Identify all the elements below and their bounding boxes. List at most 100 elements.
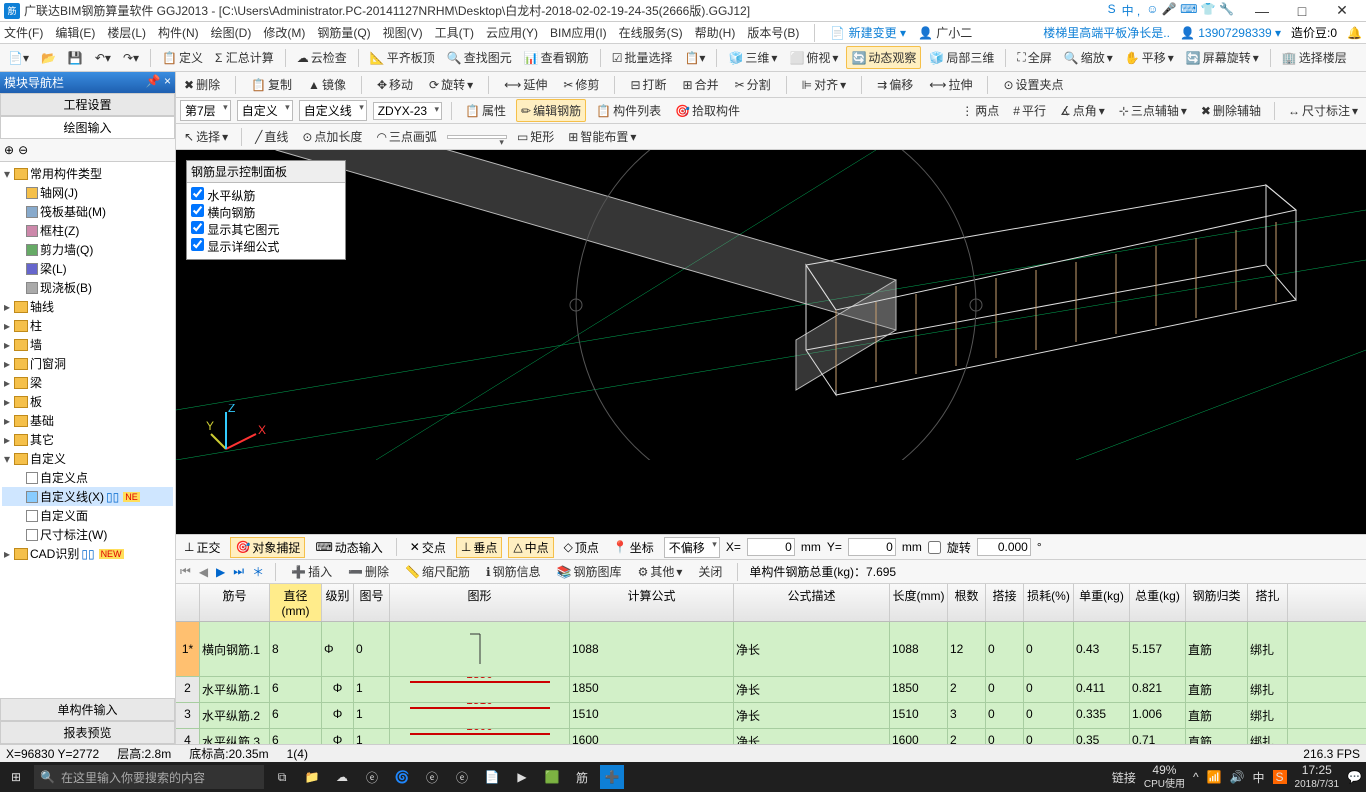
menu-tool[interactable]: 工具(T) xyxy=(435,24,474,41)
tray-up-icon[interactable]: ^ xyxy=(1193,770,1199,784)
sum-button[interactable]: Σ 汇总计算 xyxy=(211,47,278,68)
start-button[interactable]: ⊞ xyxy=(4,765,28,789)
taskbar-app-6[interactable]: ⓔ xyxy=(450,765,474,789)
taskbar-app-8[interactable]: ▶ xyxy=(510,765,534,789)
chk-other[interactable] xyxy=(191,221,204,234)
dyn-input-toggle[interactable]: ⌨ 动态输入 xyxy=(311,538,386,557)
notification-message[interactable]: 楼梯里高端平板净长是.. xyxy=(1043,24,1170,41)
scale-rebar-button[interactable]: 📏 缩尺配筋 xyxy=(401,561,474,582)
line-tool[interactable]: ╱ 直线 xyxy=(251,126,292,147)
stretch-button[interactable]: ⟷ 拉伸 xyxy=(925,74,976,95)
rotate-button[interactable]: ⟳ 旋转 ▾ xyxy=(425,74,477,95)
other-button[interactable]: ⚙ 其他 ▾ xyxy=(634,561,687,582)
taskbar-app-4[interactable]: 🌀 xyxy=(390,765,414,789)
tree-item-custom-line[interactable]: 自定义线(X)▯▯NE xyxy=(2,487,173,506)
top-view-button[interactable]: ⬜ 俯视 ▾ xyxy=(785,47,842,68)
point-length-tool[interactable]: ⊙ 点加长度 xyxy=(298,126,366,147)
snap-end[interactable]: ◇ 顶点 xyxy=(560,538,603,557)
local-3d-button[interactable]: 🧊 局部三维 xyxy=(925,47,998,68)
tray-link[interactable]: 链接 xyxy=(1112,769,1136,786)
tab-single-input[interactable]: 单构件输入 xyxy=(0,698,175,721)
menu-view[interactable]: 视图(V) xyxy=(383,24,423,41)
arc-tool[interactable]: ◠ 三点画弧 xyxy=(372,126,441,147)
flat-top-button[interactable]: 📐 平齐板顶 xyxy=(366,47,439,68)
menu-file[interactable]: 文件(F) xyxy=(4,24,43,41)
taskbar-app-7[interactable]: 📄 xyxy=(480,765,504,789)
tray-sogou-icon[interactable]: S xyxy=(1273,770,1287,784)
taskbar-app-5[interactable]: ⓔ xyxy=(420,765,444,789)
zoom-button[interactable]: 🔍 缩放 ▾ xyxy=(1060,47,1117,68)
close-button[interactable]: ✕ xyxy=(1322,2,1362,19)
expand-all-icon[interactable]: ⊕ xyxy=(4,143,14,157)
redo-icon[interactable]: ↷▾ xyxy=(119,49,143,67)
menu-draw[interactable]: 绘图(D) xyxy=(211,24,252,41)
set-grip-button[interactable]: ⊙ 设置夹点 xyxy=(999,74,1067,95)
minimize-button[interactable]: — xyxy=(1242,3,1282,19)
mirror-button[interactable]: ▲ 镜像 xyxy=(304,74,350,95)
new-change-button[interactable]: 📄 新建变更 ▾ xyxy=(830,24,906,41)
pan-button[interactable]: ✋ 平移 ▾ xyxy=(1121,47,1178,68)
x-input[interactable] xyxy=(747,538,795,556)
nav-new-icon[interactable]: ＊ xyxy=(252,563,264,580)
edit-rebar-button[interactable]: ✏ 编辑钢筋 xyxy=(516,99,586,122)
bell-icon[interactable]: 🔔 xyxy=(1347,26,1362,40)
code-dropdown[interactable]: ZDYX-23 xyxy=(373,102,442,120)
tab-report[interactable]: 报表预览 xyxy=(0,721,175,744)
y-input[interactable] xyxy=(848,538,896,556)
rect-tool[interactable]: ▭ 矩形 xyxy=(513,126,558,147)
phone-label[interactable]: 👤 13907298339 ▾ xyxy=(1180,26,1281,40)
rotate-input[interactable] xyxy=(977,538,1031,556)
find-button[interactable]: 🔍 查找图元 xyxy=(443,47,516,68)
ortho-toggle[interactable]: ⊥ 正交 xyxy=(180,538,224,557)
rebar-display-panel[interactable]: 钢筋显示控制面板 水平纵筋 横向钢筋 显示其它图元 显示详细公式 xyxy=(186,160,346,260)
menu-cloud[interactable]: 云应用(Y) xyxy=(486,24,538,41)
undo-icon[interactable]: ↶▾ xyxy=(91,49,115,67)
menu-edit[interactable]: 编辑(E) xyxy=(55,24,95,41)
open-icon[interactable]: 📂 xyxy=(37,49,60,67)
snap-inter[interactable]: ✕ 交点 xyxy=(406,538,450,557)
rebar-info-button[interactable]: ℹ 钢筋信息 xyxy=(482,561,545,582)
save-icon[interactable]: 💾 xyxy=(64,49,87,67)
component-tree[interactable]: ▾常用构件类型 轴网(J) 筏板基础(M) 框柱(Z) 剪力墙(Q) 梁(L) … xyxy=(0,162,175,698)
tab-draw-input[interactable]: 绘图输入 xyxy=(0,116,175,139)
table-row[interactable]: 4水平纵筋.36Φ116001600净长16002000.350.71直筋绑扎 xyxy=(176,729,1366,744)
smart-layout-tool[interactable]: ⊞ 智能布置 ▾ xyxy=(564,126,640,147)
insert-row-button[interactable]: ➕ 插入 xyxy=(287,561,336,582)
dynamic-view-button[interactable]: 🔄 动态观察 xyxy=(846,46,921,69)
menu-help[interactable]: 帮助(H) xyxy=(695,24,736,41)
taskbar-app-2[interactable]: ☁ xyxy=(330,765,354,789)
menu-online[interactable]: 在线服务(S) xyxy=(619,24,683,41)
pin-icon[interactable]: 📌 × xyxy=(146,74,171,91)
fullscreen-button[interactable]: ⛶ 全屏 xyxy=(1013,47,1055,68)
rotate-toggle[interactable] xyxy=(928,541,941,554)
menu-floor[interactable]: 楼层(L) xyxy=(107,24,146,41)
copy-button[interactable]: 📋 复制 xyxy=(247,74,296,95)
batch-select-button[interactable]: ☑ 批量选择 xyxy=(608,47,677,68)
select-tool[interactable]: ↖ 选择 ▾ xyxy=(180,126,232,147)
new-file-icon[interactable]: 📄▾ xyxy=(4,49,33,67)
delete-button[interactable]: ✖ 删除 xyxy=(180,74,224,95)
user-badge[interactable]: 👤 广小二 xyxy=(918,24,972,41)
nav-next-icon[interactable]: ▶ xyxy=(216,565,225,579)
nav-last-icon[interactable]: ⏭ xyxy=(233,564,244,579)
extend-button[interactable]: ⟷ 延伸 xyxy=(500,74,551,95)
taskbar-app-9[interactable]: 🟩 xyxy=(540,765,564,789)
snap-coord[interactable]: 📍 坐标 xyxy=(609,538,658,557)
floor-dropdown[interactable]: 第7层 xyxy=(180,100,231,121)
chk-horiz[interactable] xyxy=(191,187,204,200)
attribute-button[interactable]: 📋 属性 xyxy=(461,100,510,121)
select-floor-button[interactable]: 🏢 选择楼层 xyxy=(1278,47,1351,68)
menu-bim[interactable]: BIM应用(I) xyxy=(550,24,607,41)
nav-prev-icon[interactable]: ◀ xyxy=(199,565,208,579)
table-row[interactable]: 3水平纵筋.26Φ115101510净长15103000.3351.006直筋绑… xyxy=(176,703,1366,729)
task-view-icon[interactable]: ⧉ xyxy=(270,765,294,789)
tab-project-settings[interactable]: 工程设置 xyxy=(0,93,175,116)
taskbar-app-11[interactable]: ➕ xyxy=(600,765,624,789)
menu-version[interactable]: 版本号(B) xyxy=(747,24,799,41)
trim-button[interactable]: ✂ 修剪 xyxy=(559,74,603,95)
type-dropdown[interactable]: 自定义线 xyxy=(299,100,367,121)
tray-vol-icon[interactable]: 🔊 xyxy=(1230,770,1245,784)
taskbar-app-1[interactable]: 📁 xyxy=(300,765,324,789)
close-panel-button[interactable]: 关闭 xyxy=(694,561,726,582)
collapse-all-icon[interactable]: ⊖ xyxy=(18,143,28,157)
